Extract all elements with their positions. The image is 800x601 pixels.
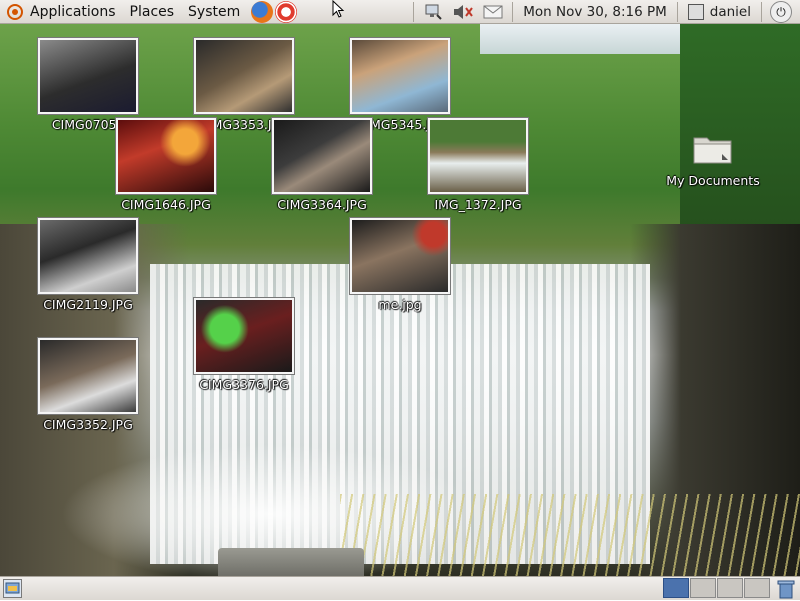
help-launcher-icon[interactable] [275,0,298,23]
image-thumbnail [350,218,450,294]
desktop-icon-cimg3364[interactable]: CIMG3364.JPG [257,118,387,213]
distro-logo-icon[interactable] [7,3,23,20]
image-thumbnail [38,38,138,114]
folder-icon [693,137,732,164]
volume-muted-icon[interactable] [452,3,474,21]
desktop-icon-cimg3376[interactable]: CIMG3376.JPG [179,298,309,393]
icon-label: My Documents [666,173,760,188]
workspace-4[interactable] [744,578,770,598]
wallpaper-rock [218,548,364,576]
show-desktop-icon [5,582,20,594]
clock[interactable]: Mon Nov 30, 8:16 PM [517,4,673,20]
wallpaper-grass [340,494,800,576]
image-thumbnail [428,118,528,194]
icon-label: CIMG3364.JPG [277,197,367,212]
bottom-panel [0,576,800,600]
icon-label: CIMG3376.JPG [199,377,289,392]
mail-icon[interactable] [482,3,504,21]
wallpaper-sky [480,24,690,54]
icon-label: CIMG3352.JPG [43,417,133,432]
desktop-icon-cimg2119[interactable]: CIMG2119.JPG [23,218,153,313]
system-tray: Mon Nov 30, 8:16 PM daniel ⏻ [409,0,800,24]
icon-label: me.jpg [378,297,422,312]
power-icon[interactable]: ⏻ [770,1,792,23]
menu-places[interactable]: Places [123,0,182,24]
workspace-2[interactable] [690,578,716,598]
image-thumbnail [272,118,372,194]
icon-label: CIMG2119.JPG [43,297,133,312]
trash-icon[interactable] [777,579,795,599]
image-thumbnail [194,298,294,374]
menu-system[interactable]: System [181,0,247,24]
image-thumbnail [38,218,138,294]
workspace-switcher [663,578,771,598]
top-panel: Applications Places System Mon Nov 30, 8… [0,0,800,24]
panel-separator [512,2,514,22]
user-name: daniel [709,4,751,20]
desktop-icon-img1372[interactable]: IMG_1372.JPG [413,118,543,213]
image-thumbnail [116,118,216,194]
image-thumbnail [38,338,138,414]
desktop-icon-my-documents[interactable]: My Documents [648,132,778,189]
user-switcher[interactable]: daniel [682,4,757,20]
panel-separator [413,2,415,22]
desktop-icon-cimg1646[interactable]: CIMG1646.JPG [101,118,231,213]
desktop-icon-cimg3352[interactable]: CIMG3352.JPG [23,338,153,433]
firefox-launcher-icon[interactable] [251,0,274,23]
panel-separator [761,2,762,22]
image-thumbnail [194,38,294,114]
image-thumbnail [350,38,450,114]
icon-label: IMG_1372.JPG [434,197,522,212]
icon-label: CIMG1646.JPG [121,197,211,212]
network-icon[interactable] [422,3,444,21]
user-avatar-icon [687,4,704,20]
workspace-1[interactable] [663,578,689,598]
workspace-3[interactable] [717,578,743,598]
show-desktop-button[interactable] [3,579,22,598]
mouse-cursor-icon [332,0,345,18]
menu-applications[interactable]: Applications [23,0,123,24]
panel-separator [676,2,678,22]
desktop[interactable]: CIMG0705.J CIMG3353.JPG MG5345.J CIMG164… [0,24,800,576]
desktop-icon-me[interactable]: me.jpg [335,218,465,313]
